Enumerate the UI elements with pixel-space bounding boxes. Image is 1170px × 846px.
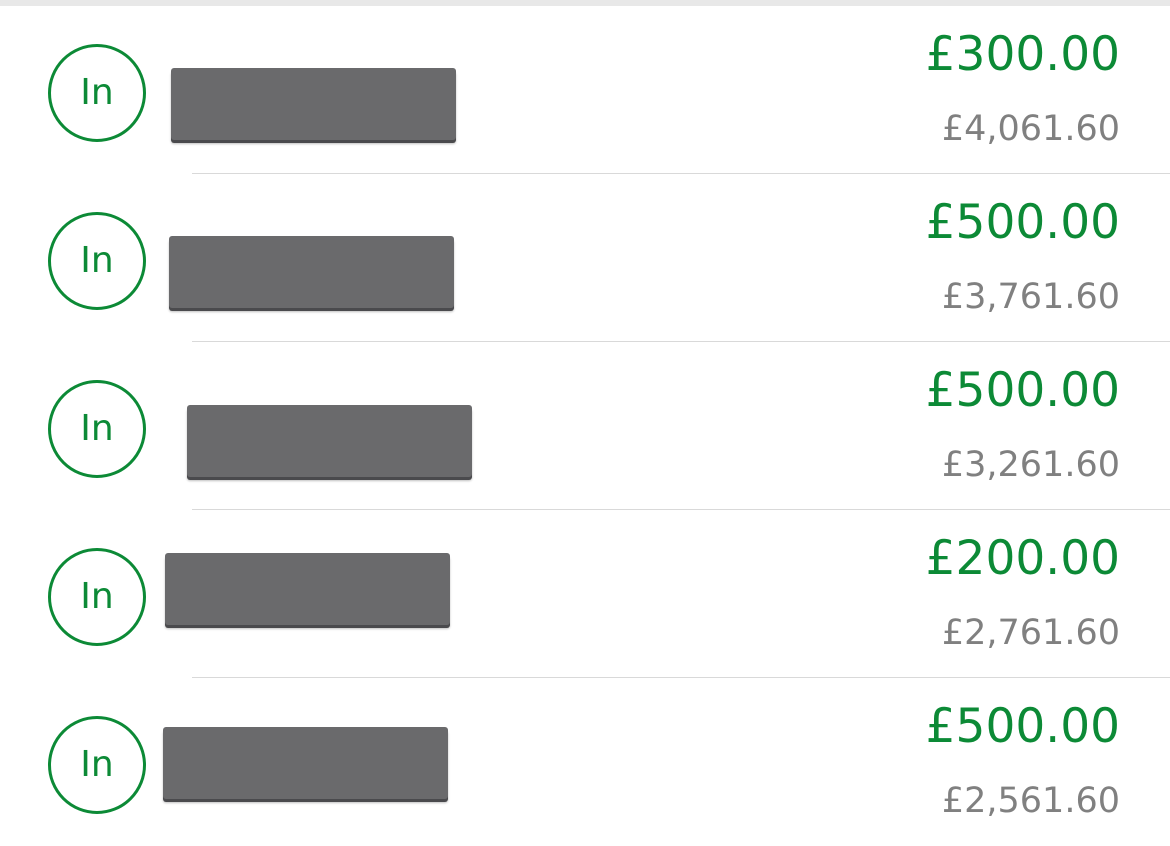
running-balance: £2,761.60 [941,613,1120,653]
incoming-badge-icon: In [48,716,146,814]
redacted-payee-block [169,236,454,308]
transaction-list: In £300.00 £4,061.60 In £500.00 £3,761.6… [0,6,1170,846]
direction-label: In [80,72,114,113]
transaction-row[interactable]: In £500.00 £3,761.60 [0,174,1170,342]
transaction-amount: £500.00 [925,195,1120,250]
incoming-badge-icon: In [48,548,146,646]
running-balance: £3,261.60 [941,445,1120,485]
transaction-row[interactable]: In £200.00 £2,761.60 [0,510,1170,678]
direction-label: In [80,576,114,617]
transaction-row[interactable]: In £300.00 £4,061.60 [0,6,1170,174]
incoming-badge-icon: In [48,44,146,142]
transaction-row[interactable]: In £500.00 £3,261.60 [0,342,1170,510]
redacted-payee-block [163,727,448,799]
incoming-badge-icon: In [48,212,146,310]
redacted-payee-block [171,68,456,140]
direction-label: In [80,744,114,785]
redacted-payee-block [165,553,450,625]
transaction-amount: £300.00 [925,27,1120,82]
transaction-amount: £500.00 [925,699,1120,754]
redacted-payee-block [187,405,472,477]
direction-label: In [80,408,114,449]
running-balance: £3,761.60 [941,277,1120,317]
transaction-row[interactable]: In £500.00 £2,561.60 [0,678,1170,846]
transaction-amount: £200.00 [925,531,1120,586]
transaction-amount: £500.00 [925,363,1120,418]
incoming-badge-icon: In [48,380,146,478]
direction-label: In [80,240,114,281]
running-balance: £4,061.60 [941,109,1120,149]
running-balance: £2,561.60 [941,781,1120,821]
